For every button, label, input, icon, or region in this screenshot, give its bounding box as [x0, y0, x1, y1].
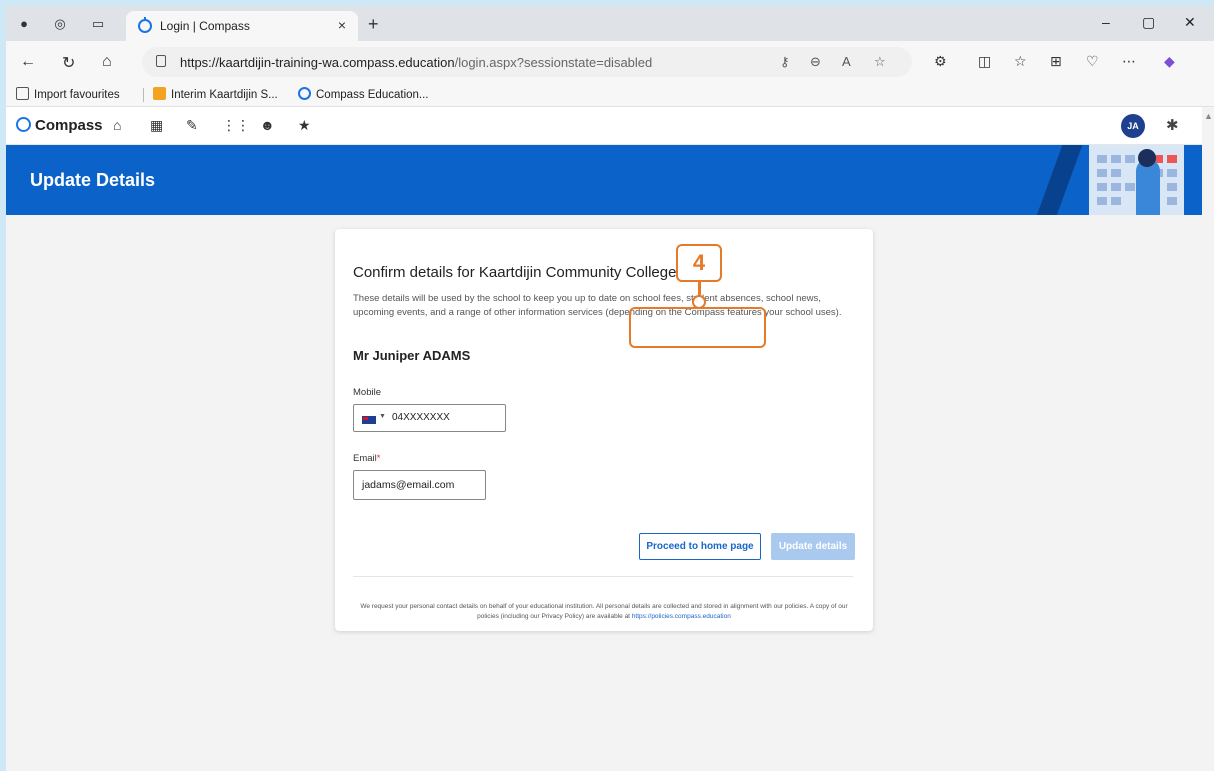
compass-logo-icon [16, 117, 31, 132]
calendar-icon[interactable]: ▦ [150, 117, 163, 134]
compass-favicon-icon [138, 17, 152, 33]
policies-link[interactable]: https://policies.compass.education [632, 613, 731, 620]
required-marker: * [376, 453, 381, 464]
close-window-button[interactable]: ✕ [1184, 14, 1196, 31]
banner-stripe [1029, 145, 1083, 215]
email-value: jadams@email.com [362, 479, 455, 491]
step-connector [698, 282, 701, 296]
lock-icon[interactable] [156, 55, 166, 67]
email-label: Email* [353, 453, 381, 464]
illustration-person [1136, 159, 1160, 215]
collections-icon[interactable]: ⊞ [1050, 53, 1062, 70]
url-host: https://kaartdijin-training-wa.compass.e… [180, 55, 455, 70]
proceed-to-home-button[interactable]: Proceed to home page [639, 533, 761, 560]
form-description: These details will be used by the school… [353, 293, 842, 318]
browser-window: ● ◎ ▭ Login | Compass × + – ▢ ✕ ← ↻ ⌂ ht… [6, 6, 1214, 771]
user-name: Mr Juniper ADAMS [353, 348, 471, 363]
tab-title: Login | Compass [160, 19, 250, 33]
copilot-icon[interactable]: ◆ [1164, 53, 1175, 70]
avatar[interactable]: JA [1121, 114, 1145, 138]
url-path: /login.aspx?sessionstate=disabled [454, 55, 653, 70]
scroll-up-icon[interactable]: ▲ [1204, 111, 1213, 121]
maximize-button[interactable]: ▢ [1142, 14, 1155, 31]
pencil-icon[interactable]: ✎ [186, 117, 198, 134]
card-divider [353, 576, 853, 577]
read-aloud-icon[interactable]: A [842, 54, 851, 69]
back-icon[interactable]: ← [20, 53, 36, 71]
zoom-icon[interactable]: ⊖ [810, 54, 821, 70]
home-icon[interactable]: ⌂ [102, 53, 112, 71]
mobile-label: Mobile [353, 387, 381, 398]
fav-interim[interactable]: Interim Kaartdijin S... [153, 87, 278, 101]
import-icon [16, 87, 29, 100]
country-flag-icon[interactable] [362, 416, 376, 424]
mobile-value: 04XXXXXXX [392, 412, 450, 423]
workspaces-icon[interactable]: ◎ [52, 16, 68, 32]
apps-grid-icon[interactable]: ⋮⋮ [222, 117, 250, 134]
page-scrollbar[interactable]: ▲ [1202, 107, 1214, 771]
page-title: Update Details [30, 170, 156, 190]
illustration-head [1138, 149, 1156, 167]
page-banner: Update Details [6, 145, 1202, 215]
favourites-bar: Import favourites Interim Kaartdijin S..… [6, 83, 1214, 107]
performance-icon[interactable]: ♡ [1086, 53, 1099, 70]
privacy-footer: We request your personal contact details… [360, 603, 848, 620]
favourite-star-icon[interactable]: ☆ [874, 54, 886, 70]
fav-compass[interactable]: Compass Education... [298, 87, 429, 101]
compass-logo[interactable]: Compass [16, 117, 103, 134]
favourites-icon[interactable]: ☆ [1014, 53, 1027, 70]
tab-actions-icon[interactable]: ▭ [90, 16, 106, 32]
step-number-badge: 4 [676, 244, 722, 282]
email-field[interactable]: jadams@email.com [353, 470, 486, 500]
more-menu-icon[interactable]: ⋯ [1122, 53, 1136, 70]
tab-strip: ● ◎ ▭ Login | Compass × + – ▢ ✕ [6, 6, 1214, 41]
new-tab-button[interactable]: + [368, 14, 379, 35]
favourites-divider [143, 88, 144, 102]
url-text: https://kaartdijin-training-wa.compass.e… [180, 55, 652, 70]
site-icon [153, 87, 166, 100]
refresh-icon[interactable]: ↻ [62, 53, 75, 73]
step-connector-dot [692, 295, 706, 309]
compass-icon [298, 87, 311, 100]
tab-close-icon[interactable]: × [338, 17, 346, 33]
profile-icon[interactable]: ● [16, 16, 32, 32]
mobile-field[interactable]: ▼ 04XXXXXXX [353, 404, 506, 432]
people-icon[interactable]: ☻ [260, 117, 275, 133]
address-bar[interactable]: https://kaartdijin-training-wa.compass.e… [142, 47, 912, 77]
minimize-button[interactable]: – [1102, 14, 1110, 30]
form-heading: Confirm details for Kaartdijin Community… [353, 264, 677, 281]
gear-icon[interactable]: ✱ [1166, 116, 1179, 134]
split-screen-icon[interactable]: ◫ [978, 53, 991, 70]
fav-import[interactable]: Import favourites [16, 87, 120, 101]
address-toolbar: ← ↻ ⌂ https://kaartdijin-training-wa.com… [6, 41, 1214, 83]
compass-navbar: Compass ⌂ ▦ ✎ ⋮⋮ ☻ ★ JA ✱ [6, 107, 1202, 145]
chevron-down-icon[interactable]: ▼ [379, 413, 386, 420]
update-details-card: Confirm details for Kaartdijin Community… [335, 229, 873, 631]
home-nav-icon[interactable]: ⌂ [113, 117, 121, 133]
tab-login-compass[interactable]: Login | Compass × [126, 11, 358, 41]
step-highlight-box [629, 307, 766, 348]
page-content: Confirm details for Kaartdijin Community… [6, 215, 1202, 771]
update-details-button[interactable]: Update details [771, 533, 855, 560]
star-icon[interactable]: ★ [298, 117, 311, 134]
extensions-icon[interactable]: ⚙ [934, 53, 947, 70]
password-key-icon[interactable]: ⚷ [780, 54, 790, 70]
